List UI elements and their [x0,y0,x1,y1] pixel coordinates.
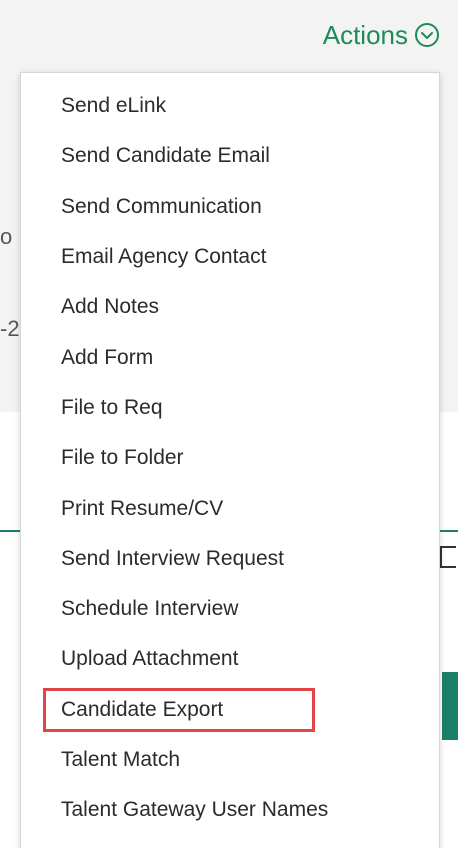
menu-item-upload-attachment[interactable]: Upload Attachment [21,634,439,684]
menu-item-send-candidate-email[interactable]: Send Candidate Email [21,131,439,181]
menu-item-print-resume-cv[interactable]: Print Resume/CV [21,483,439,533]
chevron-down-circle-icon [414,22,440,48]
background-checkbox[interactable] [440,546,456,568]
menu-item-email-agency-contact[interactable]: Email Agency Contact [21,232,439,282]
menu-item-send-communication[interactable]: Send Communication [21,182,439,232]
background-text-fragment: o [0,224,13,249]
menu-item-send-interview-request[interactable]: Send Interview Request [21,534,439,584]
menu-item-send-elink[interactable]: Send eLink [21,81,439,131]
menu-item-file-to-req[interactable]: File to Req [21,383,439,433]
background-button-edge[interactable] [442,672,458,740]
menu-item-talent-match[interactable]: Talent Match [21,735,439,785]
menu-item-add-notes[interactable]: Add Notes [21,282,439,332]
background-text-fragment: -2 [0,316,20,341]
menu-item-schedule-interview[interactable]: Schedule Interview [21,584,439,634]
page: o -2 Actions Send eLink Send Candidate E… [0,0,458,848]
actions-label: Actions [322,20,408,50]
menu-item-add-form[interactable]: Add Form [21,332,439,382]
menu-item-candidate-export[interactable]: Candidate Export [21,685,439,735]
actions-dropdown-menu: Send eLink Send Candidate Email Send Com… [20,72,440,848]
menu-item-file-to-folder[interactable]: File to Folder [21,433,439,483]
menu-item-talent-gateway-user-names[interactable]: Talent Gateway User Names [21,785,439,835]
actions-button[interactable]: Actions [323,22,440,48]
